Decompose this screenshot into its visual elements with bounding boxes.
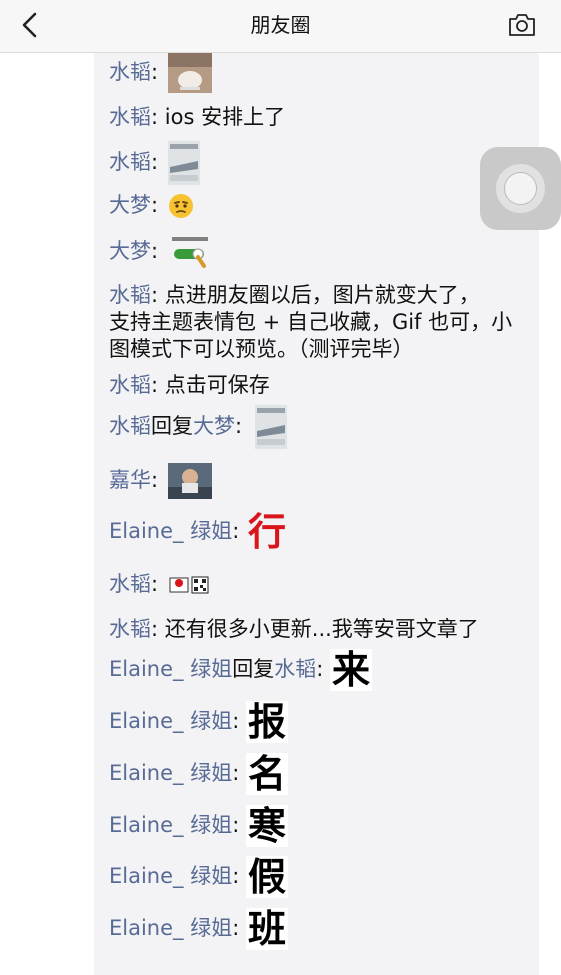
assistive-touch-icon[interactable] <box>480 147 561 230</box>
train-photo-sticker-icon[interactable] <box>254 405 287 449</box>
commenter-name[interactable]: 水韬 <box>109 283 151 307</box>
big-char-sticker[interactable]: 名 <box>245 753 288 795</box>
big-char-sticker[interactable]: 班 <box>245 908 288 950</box>
comment-row[interactable]: Elaine_ 绿姐: 寒 <box>109 805 529 847</box>
commenter-name[interactable]: Elaine_ 绿姐 <box>109 916 232 940</box>
commenter-name[interactable]: 嘉华 <box>109 468 151 492</box>
comments-panel: 水韬: 水韬: ios 安排上了 水韬: 大梦: 大梦: 水韬: 点进朋友圈以后… <box>94 53 539 975</box>
comment-text: 点击可保存 <box>164 373 270 397</box>
big-char-sticker[interactable]: 行 <box>246 511 288 553</box>
comment-row[interactable]: 水韬: 还有很多小更新...我等安哥文章了 <box>109 617 529 641</box>
cat-paw-photo-icon[interactable] <box>167 53 212 93</box>
train-photo-sticker-icon[interactable] <box>167 141 200 185</box>
big-char-sticker[interactable]: 来 <box>329 649 372 691</box>
commenter-name[interactable]: 水韬 <box>109 373 151 397</box>
commenter-name[interactable]: 水韬 <box>109 617 151 641</box>
commenter-name[interactable]: 水韬 <box>109 105 151 129</box>
comment-row[interactable]: 水韬: <box>109 572 529 596</box>
reply-word: 回复 <box>232 657 275 681</box>
qr-code-sticker-icon[interactable] <box>168 574 212 596</box>
comment-row[interactable]: Elaine_ 绿姐: 班 <box>109 908 529 950</box>
comment-row[interactable]: 水韬回复大梦: <box>109 405 529 449</box>
assistive-touch-ring <box>496 164 545 213</box>
reply-to-name[interactable]: 大梦 <box>193 414 235 438</box>
commenter-name[interactable]: 水韬 <box>109 60 151 84</box>
man-photo-sticker-icon[interactable] <box>167 463 212 499</box>
comment-row[interactable]: Elaine_ 绿姐回复水韬: 来 <box>109 649 529 691</box>
big-char-sticker[interactable]: 报 <box>245 701 288 743</box>
green-toggle-sticker-icon[interactable] <box>168 235 212 269</box>
big-char-sticker[interactable]: 假 <box>245 856 288 898</box>
commenter-name[interactable]: 水韬 <box>109 414 151 438</box>
commenter-name[interactable]: 大梦 <box>109 193 151 217</box>
comment-row[interactable]: 水韬: <box>109 141 529 185</box>
comment-text-line: 点进朋友圈以后，图片就变大了， <box>164 283 480 307</box>
commenter-name[interactable]: 大梦 <box>109 239 151 263</box>
assistive-touch-core <box>504 172 537 205</box>
comment-row[interactable]: Elaine_ 绿姐: 假 <box>109 856 529 898</box>
comment-row[interactable]: 大梦: <box>109 235 529 269</box>
comment-text: ios 安排上了 <box>164 105 286 129</box>
camera-icon[interactable] <box>507 11 537 39</box>
commenter-name[interactable]: 水韬 <box>109 572 151 596</box>
reply-to-name[interactable]: 水韬 <box>274 657 316 681</box>
comment-text-line: 图模式下可以预览。（测评完毕） <box>109 337 414 361</box>
comment-row[interactable]: 水韬: ios 安排上了 <box>109 105 529 129</box>
commenter-name[interactable]: 水韬 <box>109 150 151 174</box>
commenter-name[interactable]: Elaine_ 绿姐 <box>109 519 232 543</box>
comment-row[interactable]: 水韬: <box>109 53 529 93</box>
big-char-sticker[interactable]: 寒 <box>245 805 288 847</box>
comment-text-line: 支持主题表情包 + 自己收藏，Gif 也可，小 <box>109 310 513 334</box>
commenter-name[interactable]: Elaine_ 绿姐 <box>109 657 232 681</box>
comment-row[interactable]: 水韬: 点进朋友圈以后，图片就变大了， 支持主题表情包 + 自己收藏，Gif 也… <box>109 282 529 363</box>
comment-row[interactable]: 嘉华: <box>109 463 529 499</box>
comment-row[interactable]: Elaine_ 绿姐: 行 <box>109 511 529 553</box>
comment-row[interactable]: Elaine_ 绿姐: 报 <box>109 701 529 743</box>
navigation-bar: 朋友圈 <box>0 0 561 53</box>
commenter-name[interactable]: Elaine_ 绿姐 <box>109 864 232 888</box>
comment-row[interactable]: 水韬: 点击可保存 <box>109 373 529 397</box>
page-title: 朋友圈 <box>250 13 311 37</box>
commenter-name[interactable]: Elaine_ 绿姐 <box>109 813 232 837</box>
comment-row[interactable]: Elaine_ 绿姐: 名 <box>109 753 529 795</box>
commenter-name[interactable]: Elaine_ 绿姐 <box>109 761 232 785</box>
reply-word: 回复 <box>151 414 193 438</box>
comment-row[interactable]: 大梦: <box>109 193 529 219</box>
commenter-name[interactable]: Elaine_ 绿姐 <box>109 709 232 733</box>
comment-text: 还有很多小更新...我等安哥文章了 <box>164 617 479 641</box>
thinking-face-emoji-icon[interactable] <box>168 193 194 219</box>
